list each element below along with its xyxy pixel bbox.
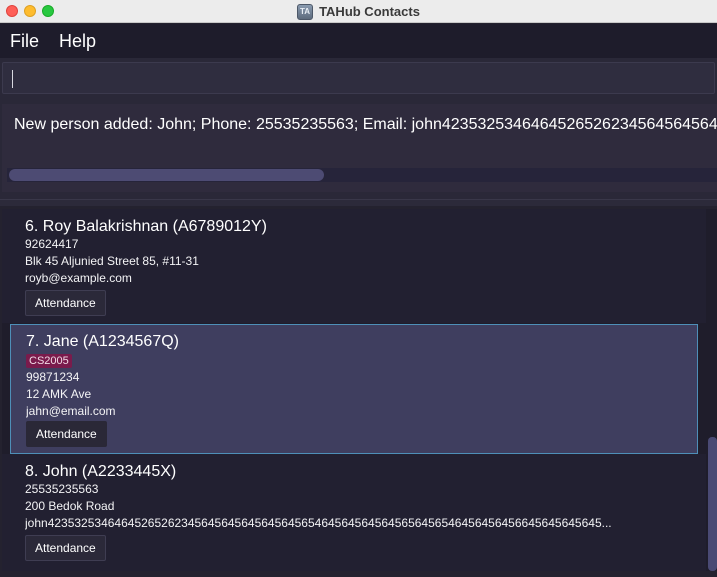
attendance-button[interactable]: Attendance	[25, 290, 106, 316]
menu-help[interactable]: Help	[59, 31, 96, 52]
tag-badge: CS2005	[26, 354, 72, 368]
person-list[interactable]: 6. Roy Balakrishnan (A6789012Y) 92624417…	[2, 209, 717, 571]
person-email: royb@example.com	[25, 271, 132, 285]
menu-bar: File Help	[0, 24, 717, 58]
result-horizontal-scrollbar[interactable]	[7, 168, 717, 182]
attendance-button[interactable]: Attendance	[26, 421, 107, 447]
person-tags: CS2005	[26, 351, 697, 369]
pane-divider[interactable]	[0, 199, 717, 206]
attendance-button[interactable]: Attendance	[25, 535, 106, 561]
command-box-container	[0, 58, 717, 100]
person-card[interactable]: 6. Roy Balakrishnan (A6789012Y) 92624417…	[2, 209, 706, 323]
person-address: 200 Bedok Road	[25, 499, 115, 513]
window-title-text: TAHub Contacts	[319, 4, 420, 19]
person-name: 6. Roy Balakrishnan (A6789012Y)	[25, 218, 267, 235]
result-display-container: New person added: John; Phone: 255352355…	[0, 100, 717, 200]
window-title-bar: TA TAHub Contacts	[0, 0, 717, 23]
result-message: New person added: John; Phone: 255352355…	[14, 116, 717, 133]
app-icon: TA	[297, 3, 314, 20]
person-address: 12 AMK Ave	[26, 387, 92, 401]
person-email: john423532534646452652623456456456456456…	[25, 516, 612, 530]
person-phone: 99871234	[26, 370, 80, 384]
person-card[interactable]: 8. John (A2233445X) 25535235563 200 Bedo…	[2, 454, 706, 571]
list-scrollbar-thumb[interactable]	[708, 437, 717, 571]
window-title: TA TAHub Contacts	[0, 0, 717, 23]
person-address: Blk 45 Aljunied Street 85, #11-31	[25, 254, 199, 268]
text-caret	[12, 70, 13, 88]
person-card-selected[interactable]: 7. Jane (A1234567Q) CS2005 99871234 12 A…	[10, 324, 698, 454]
person-list-panel: 6. Roy Balakrishnan (A6789012Y) 92624417…	[0, 206, 717, 577]
command-input[interactable]	[2, 62, 715, 94]
person-name: 8. John (A2233445X)	[25, 463, 177, 480]
menu-file[interactable]: File	[10, 31, 39, 52]
person-name: 7. Jane (A1234567Q)	[26, 333, 179, 350]
result-scrollbar-thumb[interactable]	[9, 169, 324, 181]
person-email: jahn@email.com	[26, 404, 116, 418]
person-phone: 92624417	[25, 237, 79, 251]
person-phone: 25535235563	[25, 482, 99, 496]
result-display[interactable]: New person added: John; Phone: 255352355…	[2, 104, 717, 192]
